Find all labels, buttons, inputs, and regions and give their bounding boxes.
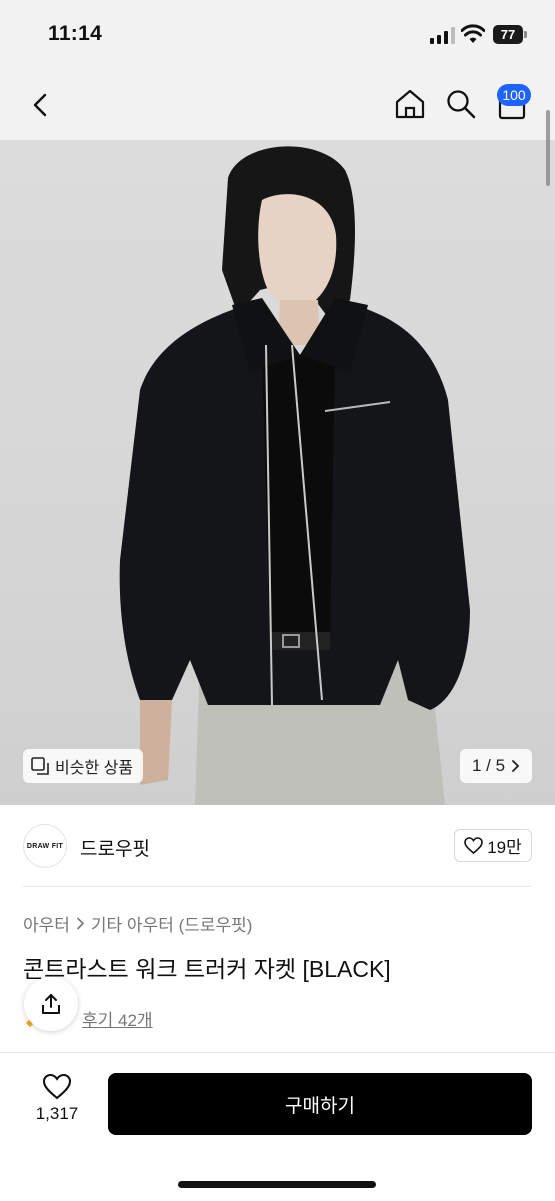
brand-like-button[interactable]: 19만	[454, 829, 532, 862]
share-icon	[42, 994, 60, 1014]
product-title: 콘트라스트 워크 트러커 자켓 [BLACK]	[23, 956, 391, 982]
bottom-bar: 1,317 구매하기	[0, 1052, 555, 1201]
breadcrumb-category[interactable]: 아우터	[23, 911, 70, 936]
scroll-indicator[interactable]	[546, 110, 550, 186]
wishlist-button[interactable]: 1,317	[30, 1073, 84, 1133]
image-counter[interactable]: 1 / 5	[460, 749, 532, 783]
brand-like-count: 19만	[487, 838, 522, 857]
battery-icon: 77	[493, 25, 527, 44]
brand-name[interactable]: 드로우핏	[80, 834, 150, 861]
chevron-right-icon	[512, 760, 520, 772]
similar-icon	[31, 757, 49, 775]
breadcrumb: 아우터 기타 아우터 (드로우핏)	[23, 911, 252, 936]
review-link[interactable]: 후기 42개	[82, 1006, 153, 1031]
nav-bar: 100	[0, 70, 555, 140]
cart-badge: 100	[497, 84, 531, 106]
buy-button[interactable]: 구매하기	[108, 1073, 532, 1135]
divider	[23, 886, 532, 887]
heart-icon	[464, 837, 484, 854]
heart-icon	[42, 1073, 72, 1100]
wifi-icon	[461, 24, 485, 43]
breadcrumb-subcategory[interactable]: 기타 아우터 (드로우핏)	[91, 911, 253, 936]
home-icon[interactable]	[392, 86, 428, 122]
back-icon[interactable]	[24, 88, 58, 122]
chevron-right-icon	[77, 917, 85, 930]
battery-level: 77	[493, 25, 523, 44]
home-indicator	[178, 1181, 376, 1188]
brand-logo-text: DRAW FIT	[26, 842, 64, 850]
signal-icon	[430, 27, 455, 44]
search-icon[interactable]	[443, 86, 479, 122]
product-photo	[119, 146, 470, 805]
status-bar: 11:14 77	[0, 0, 555, 70]
share-button[interactable]	[24, 977, 78, 1031]
similar-products-button[interactable]: 비슷한 상품	[23, 749, 144, 783]
wishlist-count: 1,317	[35, 1104, 79, 1123]
similar-products-label: 비슷한 상품	[55, 760, 134, 777]
status-time: 11:14	[48, 22, 103, 45]
image-counter-text: 1 / 5	[471, 756, 506, 775]
battery-tip	[524, 31, 527, 38]
product-image[interactable]: 비슷한 상품 1 / 5	[0, 140, 555, 805]
brand-logo[interactable]: DRAW FIT	[23, 824, 67, 868]
